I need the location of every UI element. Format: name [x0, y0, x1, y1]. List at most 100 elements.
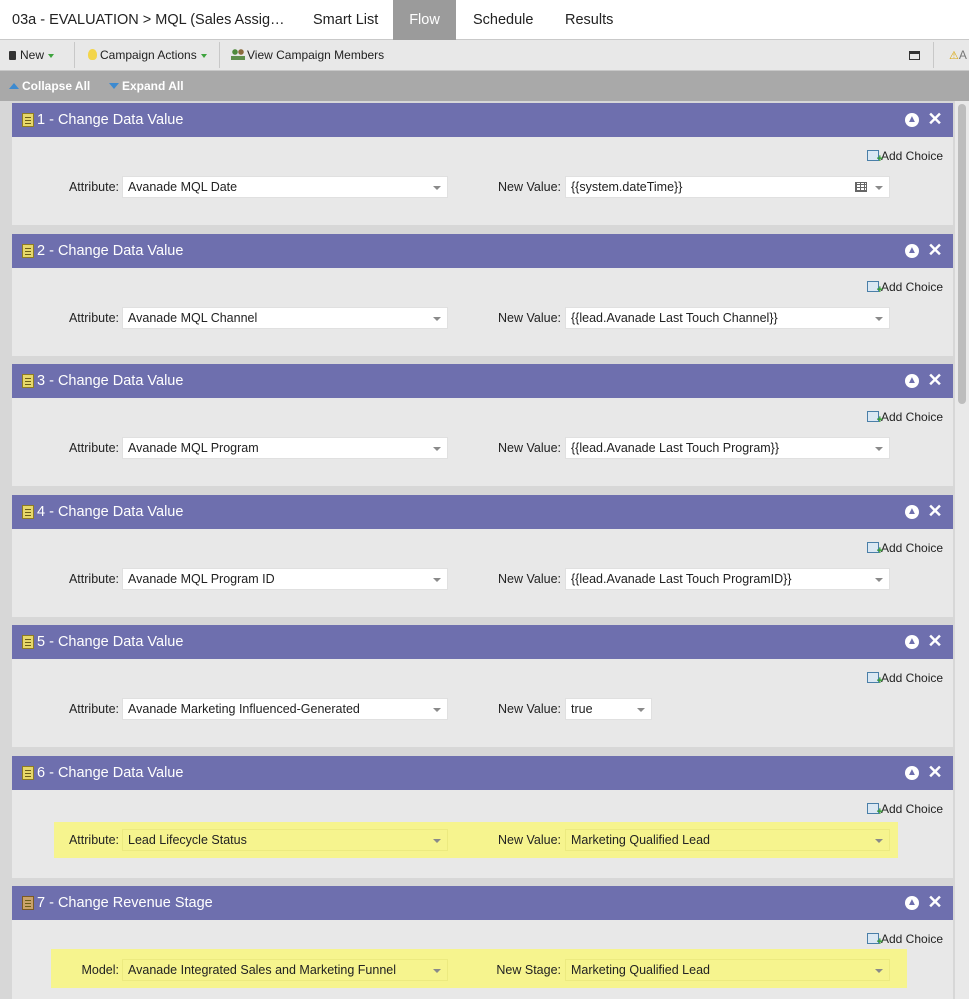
new-value-input[interactable]: {{lead.Avanade Last Touch ProgramID}}: [565, 568, 890, 590]
step-body: Add Choice Attribute: Avanade MQL Channe…: [12, 268, 953, 356]
move-up-icon[interactable]: ▲: [905, 896, 919, 910]
move-up-icon[interactable]: ▲: [905, 374, 919, 388]
flow-step: 6 - Change Data Value ▲ ✕ Add Choice Att…: [12, 756, 953, 878]
flow-step: 7 - Change Revenue Stage ▲ ✕ Add Choice …: [12, 886, 953, 999]
new-value-input[interactable]: {{lead.Avanade Last Touch Channel}}: [565, 307, 890, 329]
add-choice-button[interactable]: Add Choice: [867, 149, 943, 165]
flow-step: 5 - Change Data Value ▲ ✕ Add Choice Att…: [12, 625, 953, 747]
attribute-select[interactable]: Avanade MQL Date: [122, 176, 448, 198]
step-title: 1 - Change Data Value: [37, 112, 184, 128]
view-campaign-members-button[interactable]: View Campaign Members: [231, 40, 384, 70]
step-body: Add Choice Attribute: Avanade Marketing …: [12, 659, 953, 747]
move-up-icon[interactable]: ▲: [905, 244, 919, 258]
flow-step: 3 - Change Data Value ▲ ✕ Add Choice Att…: [12, 364, 953, 486]
tab-smart-list[interactable]: Smart List: [313, 0, 378, 40]
step-body: Add Choice Attribute: Lead Lifecycle Sta…: [12, 790, 953, 878]
move-up-icon[interactable]: ▲: [905, 766, 919, 780]
step-header[interactable]: 1 - Change Data Value ▲ ✕: [12, 103, 953, 137]
close-icon[interactable]: ✕: [927, 240, 943, 260]
warning-label: A: [958, 48, 967, 62]
add-choice-button[interactable]: Add Choice: [867, 932, 944, 948]
add-choice-button[interactable]: Add Choice: [867, 671, 944, 687]
tab-schedule[interactable]: Schedule: [473, 0, 533, 40]
window-icon[interactable]: [909, 40, 920, 70]
attribute-value: Avanade MQL Date: [128, 180, 238, 194]
toolbar-divider: [933, 42, 934, 68]
attribute-label: Attribute:: [68, 311, 119, 325]
chevron-down-icon: [433, 447, 441, 451]
step-title: 4 - Change Data Value: [37, 504, 184, 520]
close-icon[interactable]: ✕: [927, 762, 943, 782]
add-choice-label: Add Choice: [881, 410, 944, 424]
add-choice-button[interactable]: Add Choice: [867, 280, 944, 296]
add-choice-label: Add Choice: [881, 671, 944, 685]
add-choice-label: Add Choice: [881, 280, 944, 294]
move-up-icon[interactable]: ▲: [905, 505, 919, 519]
step-header[interactable]: 5 - Change Data Value ▲ ✕: [12, 625, 953, 659]
attribute-value: Avanade MQL Program: [128, 441, 259, 455]
chevron-down-icon: [875, 447, 883, 451]
chevron-down-icon: [875, 839, 883, 843]
step-header[interactable]: 4 - Change Data Value ▲ ✕: [12, 495, 953, 529]
step-header[interactable]: 2 - Change Data Value ▲ ✕: [12, 234, 953, 268]
new-value-value: {{lead.Avanade Last Touch ProgramID}}: [571, 572, 792, 586]
campaign-actions-button[interactable]: Campaign Actions: [88, 40, 207, 70]
close-icon[interactable]: ✕: [927, 631, 943, 651]
attribute-select[interactable]: Avanade MQL Program: [122, 437, 448, 459]
attribute-select[interactable]: Lead Lifecycle Status: [122, 829, 448, 851]
close-icon[interactable]: ✕: [927, 501, 943, 521]
expand-icon: [109, 83, 119, 89]
tab-flow[interactable]: Flow: [393, 0, 456, 40]
people-icon: [231, 49, 245, 60]
toolbar: New Campaign Actions View Campaign Membe…: [0, 40, 969, 71]
tab-bar: 03a - EVALUATION > MQL (Sales Assignm...…: [0, 0, 969, 40]
add-choice-button[interactable]: Add Choice: [867, 541, 943, 557]
scrollbar-thumb[interactable]: [958, 104, 966, 404]
close-icon[interactable]: ✕: [927, 109, 943, 129]
step-header[interactable]: 7 - Change Revenue Stage ▲ ✕: [12, 886, 953, 920]
add-choice-icon: [867, 150, 883, 165]
expand-all-button[interactable]: Expand All: [109, 71, 184, 101]
close-icon[interactable]: ✕: [927, 892, 943, 912]
add-choice-icon: [867, 411, 883, 426]
attribute-label: Attribute:: [68, 441, 119, 455]
data-value-icon: [22, 635, 34, 649]
toolbar-divider: [219, 42, 220, 68]
data-value-icon: [22, 113, 34, 127]
add-choice-label: Add Choice: [881, 932, 944, 946]
attribute-value: Avanade Marketing Influenced-Generated: [128, 702, 360, 716]
new-button[interactable]: New: [9, 40, 55, 70]
chevron-down-icon: [875, 578, 883, 582]
add-choice-button[interactable]: Add Choice: [867, 410, 944, 426]
new-stage-select[interactable]: Marketing Qualified Lead: [565, 959, 890, 981]
new-value-select[interactable]: true: [565, 698, 652, 720]
step-title: 5 - Change Data Value: [37, 634, 184, 650]
flow-step: 1 - Change Data Value ▲ ✕ Add Choice Att…: [12, 103, 953, 225]
attribute-select[interactable]: Avanade MQL Program ID: [122, 568, 448, 590]
new-value-select[interactable]: Marketing Qualified Lead: [565, 829, 890, 851]
data-value-icon: [22, 766, 34, 780]
chevron-down-icon: [48, 53, 55, 58]
model-select[interactable]: Avanade Integrated Sales and Marketing F…: [122, 959, 448, 981]
view-members-label: View Campaign Members: [247, 48, 385, 62]
chevron-down-icon: [433, 969, 441, 973]
attribute-select[interactable]: Avanade Marketing Influenced-Generated: [122, 698, 448, 720]
scrollbar[interactable]: [955, 101, 969, 999]
new-value-label: New Value:: [498, 702, 561, 716]
move-up-icon[interactable]: ▲: [905, 635, 919, 649]
close-icon[interactable]: ✕: [927, 370, 943, 390]
add-choice-button[interactable]: Add Choice: [867, 802, 943, 818]
new-value-input[interactable]: {{system.dateTime}}: [565, 176, 890, 198]
warning-button[interactable]: ⚠A: [949, 40, 967, 70]
step-header[interactable]: 3 - Change Data Value ▲ ✕: [12, 364, 953, 398]
calendar-icon[interactable]: [855, 182, 867, 192]
collapse-all-button[interactable]: Collapse All: [9, 71, 90, 101]
lightbulb-icon: [88, 49, 97, 60]
attribute-select[interactable]: Avanade MQL Channel: [122, 307, 448, 329]
step-header[interactable]: 6 - Change Data Value ▲ ✕: [12, 756, 953, 790]
new-value-input[interactable]: {{lead.Avanade Last Touch Program}}: [565, 437, 890, 459]
move-up-icon[interactable]: ▲: [905, 113, 919, 127]
new-value-label: New Value:: [498, 180, 561, 194]
new-value-value: Marketing Qualified Lead: [571, 833, 710, 847]
tab-results[interactable]: Results: [565, 0, 613, 40]
